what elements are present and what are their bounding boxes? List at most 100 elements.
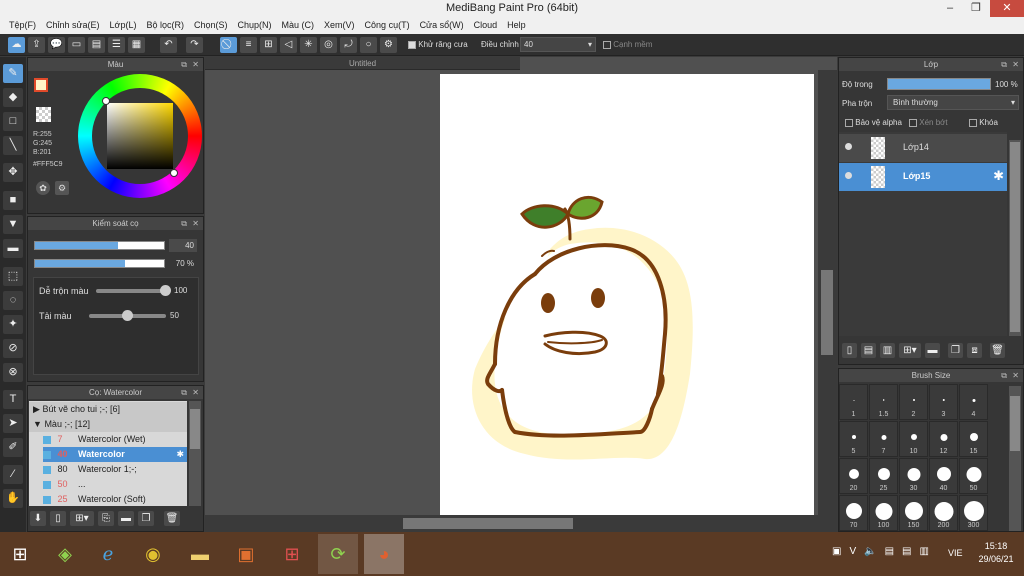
- redo-icon[interactable]: ↷: [186, 37, 203, 53]
- brush-opacity-value[interactable]: 70 %: [169, 257, 197, 270]
- start-icon[interactable]: ⊞: [0, 534, 40, 574]
- amount-knob[interactable]: [121, 310, 133, 321]
- add-layer-icon[interactable]: ⊞▾: [899, 343, 921, 358]
- lock-checkbox[interactable]: [969, 118, 977, 127]
- snap-settings-icon[interactable]: ⚙: [380, 37, 397, 53]
- brush-size-cell[interactable]: 50: [959, 458, 988, 494]
- menu-snap[interactable]: Chụp(N): [233, 17, 277, 34]
- parallel-snap-icon[interactable]: ≡: [240, 37, 257, 53]
- lock-option[interactable]: Khóa: [969, 118, 998, 127]
- brush-size-cell[interactable]: 3: [929, 384, 958, 420]
- share-icon[interactable]: ⇪: [28, 37, 45, 53]
- network-app-icon[interactable]: ⊞: [272, 534, 312, 574]
- brush-size-cell[interactable]: 1: [839, 384, 868, 420]
- brush-size-value[interactable]: 40: [169, 239, 197, 252]
- new-1bit-layer-icon[interactable]: ▥: [880, 343, 895, 358]
- minimize-button[interactable]: –: [938, 0, 962, 17]
- blend-knob[interactable]: [160, 285, 171, 296]
- document-tab[interactable]: Untitled: [205, 57, 520, 70]
- rectangle-tool-icon[interactable]: □: [3, 112, 23, 131]
- new-8bit-layer-icon[interactable]: ▤: [861, 343, 876, 358]
- fill-rect-tool-icon[interactable]: ■: [3, 191, 23, 210]
- undock-icon[interactable]: ⧉: [181, 217, 187, 230]
- protect-alpha-option[interactable]: Bảo vệ alpha: [845, 118, 902, 127]
- undock-icon[interactable]: ⧉: [1001, 369, 1007, 382]
- visibility-eye-icon[interactable]: [845, 143, 852, 150]
- antialias-checkbox[interactable]: [408, 40, 416, 49]
- menu-color[interactable]: Màu (C): [277, 17, 320, 34]
- select-eraser-icon[interactable]: ⊗: [3, 363, 23, 382]
- brush-group-row[interactable]: ▼ Màu ;-; [12]: [29, 417, 187, 432]
- gear-icon[interactable]: ✱: [993, 168, 1004, 184]
- menu-cloud[interactable]: Cloud: [469, 17, 503, 34]
- radial-snap-icon[interactable]: ✳: [300, 37, 317, 53]
- protect-alpha-checkbox[interactable]: [845, 118, 853, 127]
- menu-layer[interactable]: Lớp(L): [105, 17, 142, 34]
- menu-window[interactable]: Cửa sổ(W): [415, 17, 469, 34]
- ie-icon[interactable]: ℯ: [88, 534, 128, 574]
- page-icon[interactable]: ▤: [88, 37, 105, 53]
- layer-opacity-slider[interactable]: [887, 78, 991, 90]
- brush-opacity-slider[interactable]: [34, 259, 165, 268]
- brush-size-cell[interactable]: 2: [899, 384, 928, 420]
- duplicate-icon[interactable]: ❐: [138, 511, 154, 526]
- move-tool-icon[interactable]: ✥: [3, 163, 23, 182]
- brush-size-cell[interactable]: 150: [899, 495, 928, 531]
- chrome-icon[interactable]: ◉: [133, 534, 173, 574]
- brush-size-cell[interactable]: 20: [839, 458, 868, 494]
- eraser-tool-icon[interactable]: ◆: [3, 88, 23, 107]
- menu-help[interactable]: Help: [502, 17, 531, 34]
- brush-size-cell[interactable]: 25: [869, 458, 898, 494]
- add-brush-icon[interactable]: ⊞▾: [70, 511, 94, 526]
- close-icon[interactable]: ✕: [192, 58, 199, 71]
- cross-snap-icon[interactable]: ⊞: [260, 37, 277, 53]
- message-icon[interactable]: ▭: [68, 37, 85, 53]
- brush-item[interactable]: 7 Watercolor (Wet): [43, 432, 187, 447]
- brush-group-row[interactable]: ▶ Bút vẽ cho tui ;-; [6]: [29, 402, 187, 417]
- menu-select[interactable]: Chọn(S): [189, 17, 233, 34]
- hand-tool-icon[interactable]: ✋: [3, 489, 23, 508]
- horizontal-scroll-thumb[interactable]: [403, 518, 573, 529]
- select-rect-icon[interactable]: ⬚: [3, 267, 23, 286]
- brush-size-cell[interactable]: 200: [929, 495, 958, 531]
- brush-size-slider[interactable]: [34, 241, 165, 250]
- brush-item[interactable]: 25 Watercolor (Soft): [43, 492, 187, 507]
- undock-icon[interactable]: ⧉: [181, 386, 187, 399]
- folder-icon[interactable]: ▬: [925, 343, 940, 358]
- adjust-select[interactable]: 40 ▾: [520, 37, 596, 52]
- concentric-snap-icon[interactable]: ◎: [320, 37, 337, 53]
- lasso-tool-icon[interactable]: ◌: [3, 291, 23, 310]
- brush-list-scrollbar[interactable]: [189, 401, 201, 506]
- brush-item[interactable]: 50 ...: [43, 477, 187, 492]
- text-tool-icon[interactable]: T: [3, 390, 23, 409]
- close-icon[interactable]: ✕: [192, 217, 199, 230]
- layer-row-selected[interactable]: Lớp15 ✱: [839, 163, 1007, 191]
- brush-size-cell[interactable]: 10: [899, 421, 928, 457]
- medibang-taskbar-icon[interactable]: ◕: [364, 534, 404, 574]
- visibility-eye-icon[interactable]: [845, 172, 852, 179]
- frame-tool-icon[interactable]: ✐: [3, 438, 23, 457]
- menu-edit[interactable]: Chỉnh sửa(E): [41, 17, 105, 34]
- brush-size-cell[interactable]: 40: [929, 458, 958, 494]
- hue-wheel[interactable]: [78, 74, 202, 198]
- brush-tool-icon[interactable]: ✎: [3, 64, 23, 83]
- transparent-swatch[interactable]: [36, 107, 51, 122]
- trash-icon[interactable]: 🗑: [164, 511, 180, 526]
- bucket-tool-icon[interactable]: ▼: [3, 215, 23, 234]
- maximize-button[interactable]: ❐: [964, 0, 988, 17]
- amount-slider[interactable]: [89, 310, 166, 321]
- brush-size-cell[interactable]: 100: [869, 495, 898, 531]
- copy-brush-icon[interactable]: ⎘: [98, 511, 114, 526]
- tray-app-icon[interactable]: ▣: [832, 546, 841, 557]
- blend-mode-select[interactable]: Bình thường ▾: [887, 95, 1019, 110]
- clock[interactable]: 15:18 29/06/21: [976, 540, 1016, 566]
- clipping-option[interactable]: Xén bớt: [909, 118, 948, 127]
- comment-icon[interactable]: 💬: [48, 37, 65, 53]
- tray-icon-2[interactable]: ▤: [885, 546, 894, 557]
- download-brush-icon[interactable]: ⬇: [30, 511, 46, 526]
- undock-icon[interactable]: ⧉: [181, 58, 187, 71]
- layer-row[interactable]: Lớp14: [839, 134, 1007, 162]
- presentation-icon[interactable]: ▣: [226, 534, 266, 574]
- new-color-layer-icon[interactable]: ▯: [842, 343, 857, 358]
- brush-item[interactable]: 80 Watercolor 1;-;: [43, 462, 187, 477]
